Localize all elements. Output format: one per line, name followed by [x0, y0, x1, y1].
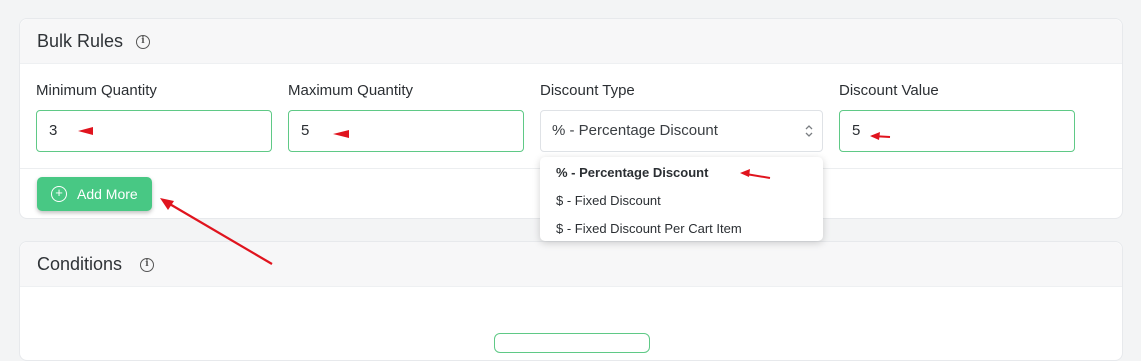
min-quantity-label: Minimum Quantity: [36, 82, 157, 99]
plus-circle-icon: +: [51, 186, 67, 202]
conditions-add-button[interactable]: [494, 333, 650, 353]
add-more-button[interactable]: + Add More: [37, 177, 152, 211]
add-more-label: Add More: [77, 186, 138, 202]
info-icon[interactable]: i: [140, 258, 154, 272]
dropdown-option-fixed[interactable]: $ - Fixed Discount: [556, 193, 661, 208]
dropdown-option-percentage[interactable]: % - Percentage Discount: [556, 165, 708, 180]
bulk-rules-title: Bulk Rules: [37, 31, 124, 51]
select-arrows-icon: [804, 122, 814, 140]
conditions-header: Conditions i: [20, 242, 1122, 287]
discount-type-label: Discount Type: [540, 82, 635, 99]
dropdown-option-fixed-per-item[interactable]: $ - Fixed Discount Per Cart Item: [556, 221, 742, 236]
discount-value-input[interactable]: 5: [839, 110, 1075, 152]
max-quantity-input[interactable]: 5: [288, 110, 524, 152]
min-quantity-input[interactable]: 3: [36, 110, 272, 152]
info-icon[interactable]: i: [136, 35, 150, 49]
conditions-title: Conditions: [37, 254, 123, 274]
discount-type-selected-value: % - Percentage Discount: [552, 122, 718, 139]
discount-type-dropdown: % - Percentage Discount $ - Fixed Discou…: [540, 157, 823, 241]
discount-type-select[interactable]: % - Percentage Discount: [540, 110, 823, 152]
discount-value-label: Discount Value: [839, 82, 939, 99]
bulk-rules-header: Bulk Rules i: [20, 19, 1122, 64]
max-quantity-label: Maximum Quantity: [288, 82, 414, 99]
